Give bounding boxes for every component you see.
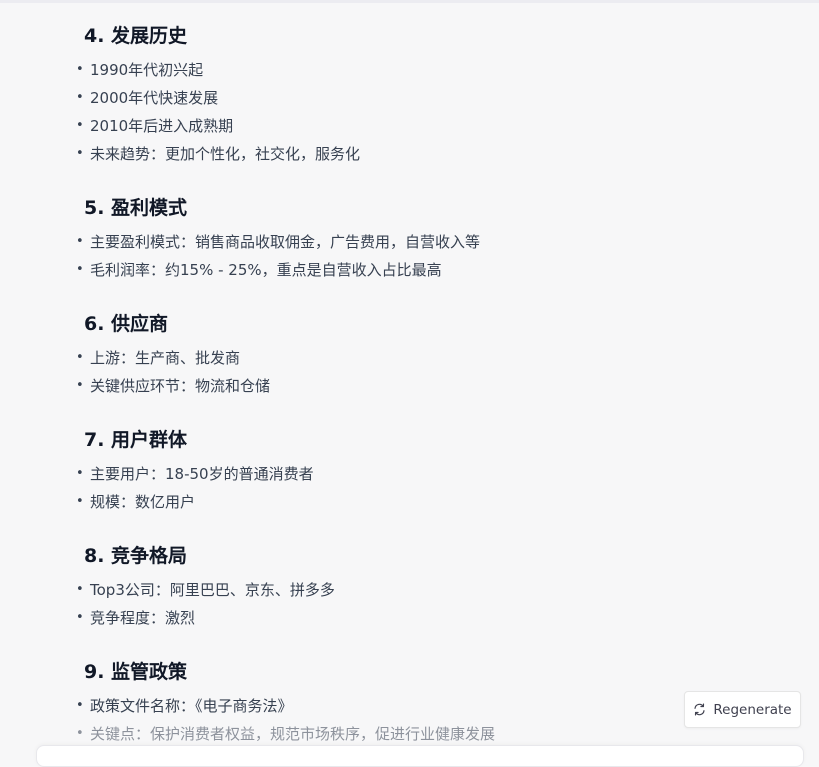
bullet-dot: • <box>76 350 84 365</box>
bullet-dot: • <box>76 698 84 713</box>
bullet-dot: • <box>76 234 84 249</box>
bullet-dot: • <box>76 726 84 741</box>
regenerate-button[interactable]: Regenerate <box>684 691 801 728</box>
list-item-text: 未来趋势：更加个性化，社交化，服务化 <box>90 145 361 163</box>
list-item-text: 主要盈利模式：销售商品收取佣金，广告费用，自营收入等 <box>90 233 481 251</box>
list-item-text: 关键供应环节：物流和仓储 <box>90 377 271 395</box>
list-item-text: Top3公司：阿里巴巴、京东、拼多多 <box>90 581 335 599</box>
top-divider <box>0 0 819 3</box>
refresh-icon <box>693 703 706 716</box>
bullet-dot: • <box>76 582 84 597</box>
section-heading-user-groups: 7. 用户群体 <box>84 429 188 451</box>
section-heading-history: 4. 发展历史 <box>84 25 188 47</box>
section-heading-suppliers: 6. 供应商 <box>84 313 169 335</box>
list-item: • 主要盈利模式：销售商品收取佣金，广告费用，自营收入等 <box>76 232 480 252</box>
list-item-text: 2010年后进入成熟期 <box>90 117 234 135</box>
list-item-text: 政策文件名称：《电子商务法》 <box>90 697 293 715</box>
list-item: • 1990年代初兴起 <box>76 60 203 80</box>
list-item: • 2000年代快速发展 <box>76 88 218 108</box>
list-item: • 竞争程度：激烈 <box>76 608 195 628</box>
list-item: • 毛利润率：约15% - 25%，重点是自营收入占比最高 <box>76 260 442 280</box>
list-item: • 政策文件名称：《电子商务法》 <box>76 696 293 716</box>
section-heading-competition: 8. 竞争格局 <box>84 545 188 567</box>
bullet-dot: • <box>76 494 84 509</box>
message-input-box[interactable] <box>36 745 804 767</box>
list-item-text: 2000年代快速发展 <box>90 89 219 107</box>
bullet-dot: • <box>76 378 84 393</box>
list-item-text: 竞争程度：激烈 <box>90 609 196 627</box>
list-item: • 未来趋势：更加个性化，社交化，服务化 <box>76 144 360 164</box>
regenerate-label: Regenerate <box>713 701 792 718</box>
bullet-dot: • <box>76 62 84 77</box>
list-item: • 规模：数亿用户 <box>76 492 195 512</box>
list-item-text: 关键点：保护消费者权益，规范市场秩序，促进行业健康发展 <box>90 725 496 743</box>
bullet-dot: • <box>76 118 84 133</box>
list-item-text: 毛利润率：约15% - 25%，重点是自营收入占比最高 <box>90 261 442 279</box>
section-heading-profit-model: 5. 盈利模式 <box>84 197 188 219</box>
list-item: • 上游：生产商、批发商 <box>76 348 240 368</box>
list-item: • 主要用户：18-50岁的普通消费者 <box>76 464 314 484</box>
bullet-dot: • <box>76 610 84 625</box>
list-item-text: 主要用户：18-50岁的普通消费者 <box>90 465 314 483</box>
list-item-text: 上游：生产商、批发商 <box>90 349 241 367</box>
bullet-dot: • <box>76 466 84 481</box>
section-heading-regulation: 9. 监管政策 <box>84 661 188 683</box>
list-item: • 关键点：保护消费者权益，规范市场秩序，促进行业健康发展 <box>76 724 495 744</box>
list-item: • Top3公司：阿里巴巴、京东、拼多多 <box>76 580 335 600</box>
bullet-dot: • <box>76 90 84 105</box>
list-item: • 2010年后进入成熟期 <box>76 116 233 136</box>
list-item: • 关键供应环节：物流和仓储 <box>76 376 270 396</box>
bullet-dot: • <box>76 262 84 277</box>
bullet-dot: • <box>76 146 84 161</box>
list-item-text: 1990年代初兴起 <box>90 61 204 79</box>
list-item-text: 规模：数亿用户 <box>90 493 196 511</box>
